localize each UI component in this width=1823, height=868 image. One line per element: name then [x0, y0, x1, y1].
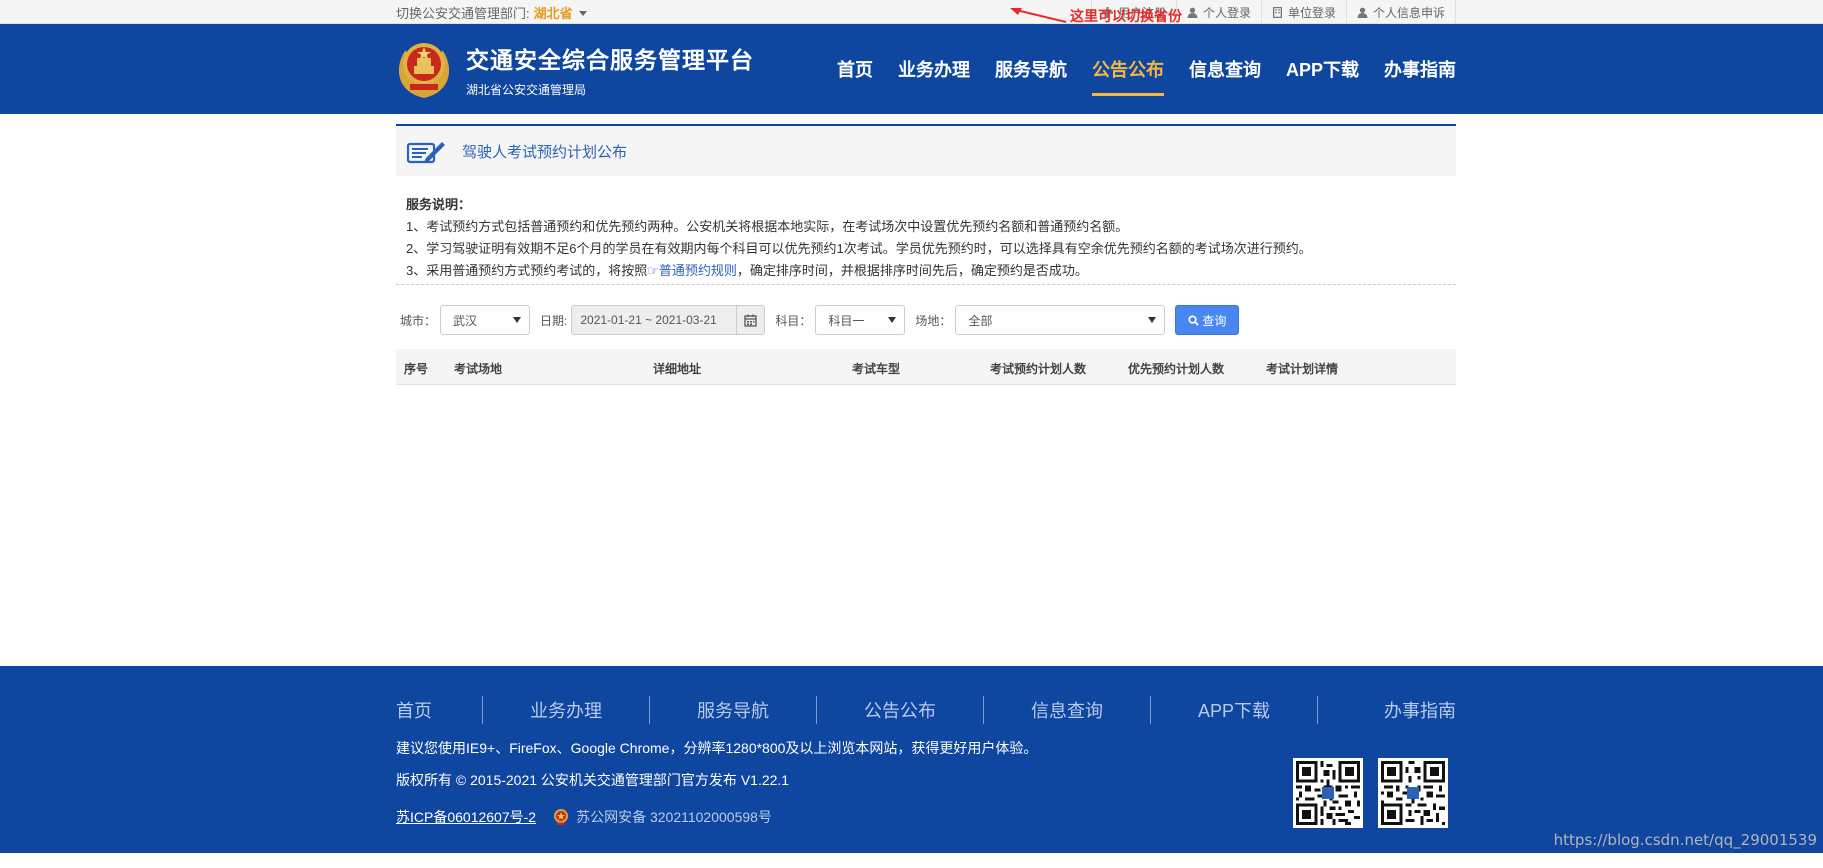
nav-info-query[interactable]: 信息查询 — [1189, 24, 1261, 114]
info-appeal-link[interactable]: 个人信息申诉 — [1345, 0, 1456, 24]
query-button[interactable]: 查询 — [1175, 305, 1240, 335]
qr-code-image — [1378, 758, 1448, 828]
main-nav: 首页 业务办理 服务导航 公告公布 信息查询 APP下载 办事指南 — [812, 24, 1456, 114]
divider — [396, 284, 1456, 285]
calendar-icon[interactable] — [736, 306, 764, 334]
desc-line-1: 1、考试预约方式包括普通预约和优先预约两种。公安机关将根据本地实际，在考试场次中… — [406, 219, 1129, 234]
footer-nav: 首页 业务办理 服务导航 公告公布 信息查询 APP下载 办事指南 — [396, 690, 1456, 730]
footer-nav-business[interactable]: 业务办理 — [530, 697, 602, 723]
chevron-down-icon — [888, 317, 897, 323]
police-record-link[interactable]: 苏公网安备 32021102000598号 — [552, 807, 772, 827]
date-range-input[interactable]: 2021-01-21 ~ 2021-03-21 — [571, 305, 766, 335]
nav-home[interactable]: 首页 — [837, 24, 873, 114]
chevron-down-icon — [1148, 317, 1157, 323]
col-address: 详细地址 — [653, 362, 702, 376]
nav-service-guide[interactable]: 服务导航 — [995, 24, 1067, 114]
top-strip: 切换公安交通管理部门: 湖北省 用户注册 个人登录 单位登录 个人信息申诉 这里… — [0, 0, 1823, 24]
footer-nav-home[interactable]: 首页 — [396, 697, 432, 723]
province-annotation: 这里可以切换省份 — [1008, 6, 1182, 26]
browser-note: 建议您使用IE9+、FireFox、Google Chrome，分辨率1280*… — [396, 740, 1038, 756]
service-description: 服务说明： 1、考试预约方式包括普通预约和优先预约两种。公安机关将根据本地实际，… — [396, 176, 1456, 282]
col-planned-count: 考试预约计划人数 — [990, 362, 1087, 376]
table-header: 序号 考试场地 详细地址 考试车型 考试预约计划人数 优先预约计划人数 考试计划… — [396, 349, 1456, 385]
col-priority-count: 优先预约计划人数 — [1128, 362, 1225, 376]
site-header: 交通安全综合服务管理平台 湖北省公安交通管理局 首页 业务办理 服务导航 公告公… — [0, 24, 1823, 114]
col-index: 序号 — [404, 362, 429, 376]
nav-announcements[interactable]: 公告公布 — [1091, 24, 1164, 114]
page-title-bar: 驾驶人考试预约计划公布 — [396, 124, 1456, 176]
personal-login-link[interactable]: 个人登录 — [1175, 0, 1261, 24]
chevron-down-icon[interactable] — [578, 10, 587, 16]
nav-business[interactable]: 业务办理 — [898, 24, 970, 114]
province-switcher[interactable]: 切换公安交通管理部门: 湖北省 — [396, 3, 587, 22]
qr-code-image — [1293, 758, 1363, 828]
desc-heading: 服务说明： — [406, 197, 472, 212]
footer-nav-announcements[interactable]: 公告公布 — [864, 697, 936, 723]
copyright: 版权所有 © 2015-2021 公安机关交通管理部门官方发布 V1.22.1 — [396, 772, 790, 788]
divider — [1317, 696, 1319, 724]
nav-guide[interactable]: 办事指南 — [1384, 24, 1456, 114]
nav-app-download[interactable]: APP下载 — [1286, 24, 1359, 114]
police-badge-icon — [554, 809, 569, 825]
divider — [1150, 696, 1151, 724]
search-icon — [1188, 314, 1200, 326]
divider — [816, 696, 817, 724]
normal-booking-rules-link[interactable]: ☞普通预约规则 — [647, 263, 737, 278]
desc-line-2: 2、学习驾驶证明有效期不足6个月的学员在有效期内每个科目可以优先预约1次考试。学… — [406, 241, 1312, 256]
site-label: 场地： — [915, 313, 952, 328]
filter-bar: 城市： 武汉 日期: 2021-01-21 ~ 2021-03-21 科目： 科… — [396, 305, 1456, 335]
site-title: 交通安全综合服务管理平台 — [466, 46, 754, 73]
col-exam-site: 考试场地 — [454, 362, 503, 376]
divider — [649, 696, 650, 724]
chevron-down-icon — [513, 317, 522, 323]
subject-label: 科目： — [775, 313, 812, 328]
province-name[interactable]: 湖北省 — [534, 3, 573, 22]
footer-nav-guide[interactable]: 办事指南 — [1384, 697, 1456, 723]
site-subtitle: 湖北省公安交通管理局 — [466, 82, 587, 97]
document-pen-icon — [406, 142, 445, 164]
user-icon — [1357, 7, 1368, 18]
col-plan-details: 考试计划详情 — [1266, 362, 1339, 376]
qr-codes — [1278, 758, 1448, 828]
divider — [482, 696, 483, 724]
arrow-left-icon — [1010, 8, 1067, 23]
main-content: 驾驶人考试预约计划公布 服务说明： 1、考试预约方式包括普通预约和优先预约两种。… — [0, 124, 1823, 666]
divider — [983, 696, 984, 724]
site-footer: 首页 业务办理 服务导航 公告公布 信息查询 APP下载 办事指南 建议您使用I… — [0, 666, 1823, 853]
col-vehicle-type: 考试车型 — [852, 362, 901, 376]
building-icon — [1272, 6, 1282, 18]
subject-select[interactable]: 科目一 — [815, 305, 906, 335]
city-select[interactable]: 武汉 — [440, 305, 531, 335]
site-brand[interactable]: 交通安全综合服务管理平台 湖北省公安交通管理局 — [396, 38, 754, 100]
page-title: 驾驶人考试预约计划公布 — [462, 143, 628, 161]
desc-line-3: 3、采用普通预约方式预约考试的，将按照☞普通预约规则，确定排序时间，并根据排序时… — [406, 263, 1088, 278]
record-info: 苏ICP备06012607号-2 苏公网安备 32021102000598号 — [396, 807, 772, 827]
date-label: 日期: — [540, 313, 568, 328]
icp-link[interactable]: 苏ICP备06012607号-2 — [396, 807, 536, 827]
province-switch-label: 切换公安交通管理部门: — [396, 5, 530, 21]
annotation-text: 这里可以切换省份 — [1070, 8, 1182, 24]
city-label: 城市： — [400, 313, 437, 328]
footer-nav-service-guide[interactable]: 服务导航 — [697, 697, 769, 723]
footer-nav-info-query[interactable]: 信息查询 — [1031, 697, 1103, 723]
unit-login-link[interactable]: 单位登录 — [1260, 0, 1346, 24]
site-select[interactable]: 全部 — [955, 305, 1166, 335]
watermark: https://blog.csdn.net/qq_29001539 — [1553, 831, 1817, 849]
footer-nav-app-download[interactable]: APP下载 — [1198, 697, 1270, 723]
police-emblem-logo — [398, 43, 450, 98]
user-icon — [1187, 7, 1198, 18]
